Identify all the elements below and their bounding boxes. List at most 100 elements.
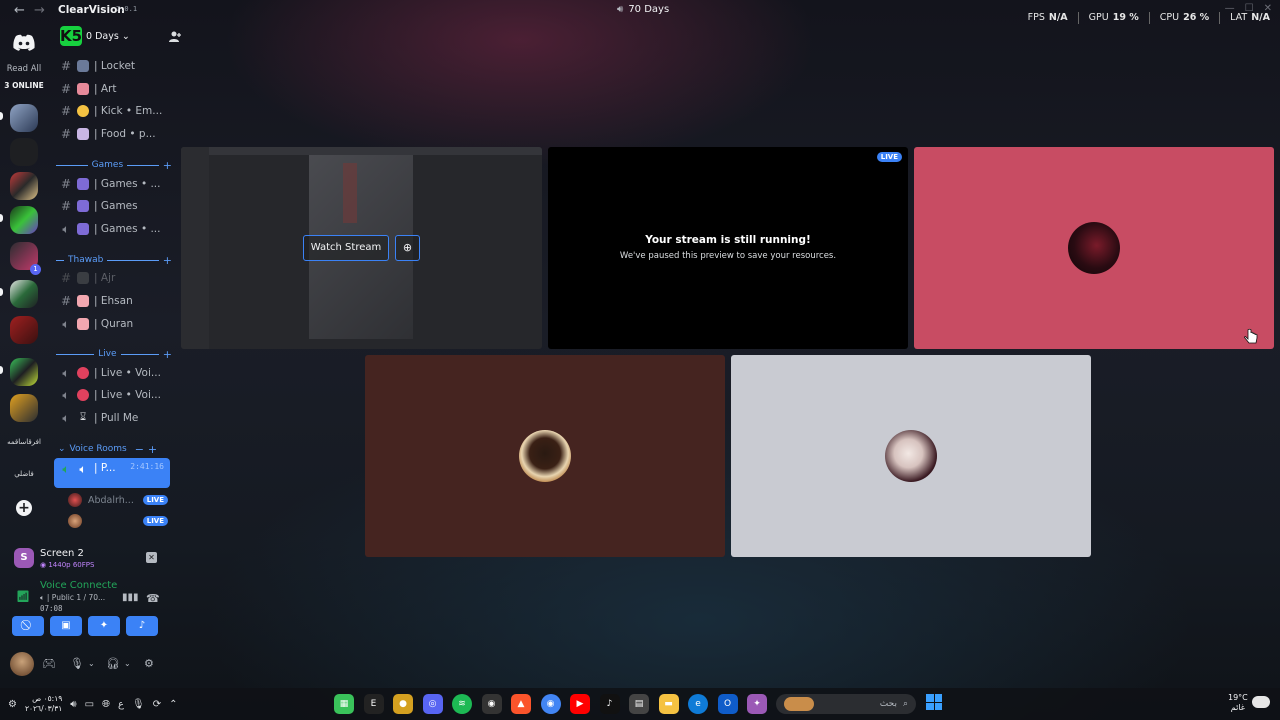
channel-locket[interactable]: # | Locket [54, 56, 170, 76]
disconnect-icon[interactable]: ☎︎ [146, 592, 160, 605]
participant-tile[interactable] [365, 355, 725, 557]
cloud-icon [1252, 696, 1270, 708]
read-all-button[interactable]: Read All [0, 64, 48, 74]
channel-games-1[interactable]: # | Games • ... [54, 174, 170, 194]
add-channel-icon[interactable]: + [163, 348, 172, 361]
channel-live-voice-1[interactable]: 🔈︎ | Live • Voi... [54, 363, 170, 383]
clock[interactable]: ٠٥:١٩ ص ٢٠٢٦/٠٣/٣١ [25, 694, 62, 714]
channel-games-voice[interactable]: 🔈︎ | Games • ... [54, 219, 170, 239]
spotify-icon[interactable]: ≋ [452, 694, 472, 714]
discord-home-icon[interactable] [12, 34, 36, 52]
text-channel-icon: # [60, 104, 72, 118]
server-folder[interactable] [10, 358, 38, 386]
watch-stream-button[interactable]: Watch Stream [303, 235, 389, 261]
add-server-button[interactable]: + [16, 500, 32, 516]
server-folder[interactable] [10, 206, 38, 234]
participant-tile[interactable] [731, 355, 1091, 557]
language-indicator[interactable]: ع [118, 699, 124, 710]
network-icon[interactable]: 🌐︎ [102, 699, 110, 710]
chevron-down-icon[interactable]: ⌄ [88, 659, 95, 668]
channel-art[interactable]: # | Art [54, 79, 170, 99]
category-games[interactable]: Games + [56, 158, 172, 172]
discord-icon[interactable]: ◎ [422, 694, 443, 714]
server-text-icon[interactable]: فاضلي [4, 470, 44, 478]
server-folder[interactable] [10, 316, 38, 344]
server-icon[interactable] [10, 104, 38, 132]
gear-icon[interactable]: ⚙︎ [144, 657, 154, 670]
add-channel-icon[interactable]: + [163, 254, 172, 267]
channel-games-2[interactable]: # | Games [54, 196, 170, 216]
edge-icon[interactable]: e [688, 694, 708, 714]
search-box[interactable]: بحث ⌕ [776, 694, 916, 714]
activities-button[interactable]: ✦ [88, 616, 120, 636]
voice-user[interactable]: Abdalrh... LIVE [68, 491, 168, 509]
category-live[interactable]: Live + [56, 347, 172, 361]
sync-icon[interactable]: ⟳ [153, 699, 161, 710]
screen-share-button[interactable]: ▣ [50, 616, 82, 636]
text-channel-icon: # [60, 82, 72, 96]
battery-icon[interactable]: ▭ [85, 699, 94, 710]
steam-icon[interactable]: ◉ [481, 694, 502, 714]
start-button[interactable] [926, 694, 942, 710]
voice-channel-path[interactable]: 🔈︎ | Public 1 / 70... [40, 593, 105, 603]
server-folder[interactable] [10, 172, 38, 200]
server-indicator [0, 214, 3, 222]
avatar[interactable] [10, 652, 34, 676]
store-icon[interactable]: ▤ [629, 694, 649, 714]
copilot-icon[interactable]: ✦ [747, 694, 767, 714]
channel-emoji-icon [77, 105, 89, 117]
epic-games-icon[interactable]: E [363, 694, 384, 714]
category-voice-rooms[interactable]: ⌄ Voice Rooms − + [56, 442, 172, 456]
back-arrow-icon[interactable]: ← [14, 3, 25, 18]
weather[interactable]: 19°C غائم [1228, 693, 1248, 713]
chevron-down-icon[interactable]: ⌄ [124, 659, 131, 668]
tiktok-icon[interactable]: ♪ [599, 694, 620, 714]
channel-kick[interactable]: # | Kick • Em... [54, 101, 170, 121]
channel-ajr[interactable]: # | Ajr [54, 268, 170, 288]
chrome-icon[interactable]: ◉ [540, 694, 561, 714]
channel-public-active[interactable]: 🔈︎ 🔈︎ | P... 2:41:16 [54, 458, 170, 488]
stop-stream-icon[interactable]: ✕ [146, 552, 157, 563]
file-explorer-icon[interactable]: ▬ [658, 694, 679, 714]
server-text-icon[interactable]: افرقاساقمه [4, 438, 44, 446]
server-icon[interactable] [10, 138, 38, 166]
headphones-icon[interactable]: 🎧︎ [106, 657, 120, 670]
stream-panel: S Screen 2 ◉ 1440p 60FPS ✕ 📶︎ Voice Conn… [0, 544, 176, 644]
widgets-app-icon[interactable]: ▦ [334, 694, 354, 714]
voice-connected-status[interactable]: Voice Connecte [40, 580, 117, 591]
noise-suppression-icon[interactable]: ▮▮▮ [122, 592, 139, 603]
channel-quran[interactable]: 🔈︎ | Quran [54, 314, 170, 334]
add-channel-icon[interactable]: + [163, 159, 172, 172]
invite-people-icon[interactable] [168, 30, 182, 44]
channel-emoji-icon [77, 128, 89, 140]
zoom-in-icon[interactable]: ⊕ [395, 235, 420, 261]
participant-tile[interactable] [914, 147, 1274, 349]
youtube-icon[interactable]: ▶ [570, 694, 590, 714]
forward-arrow-icon[interactable]: → [34, 3, 45, 18]
microphone-icon[interactable]: 🎙︎ [132, 699, 145, 710]
gamepad-icon[interactable]: 🎮︎ [42, 657, 56, 670]
server-folder[interactable] [10, 394, 38, 422]
server-header[interactable]: K5 0 Days ⌄ [58, 26, 181, 48]
chevron-up-icon[interactable]: ⌃ [169, 699, 177, 710]
soundboard-button[interactable]: ♪ [126, 616, 158, 636]
stream-tile-paused[interactable]: LIVE Your stream is still running! We've… [548, 147, 908, 349]
add-channel-icon[interactable]: + [148, 443, 157, 456]
collapse-icon[interactable]: − [135, 443, 144, 456]
channel-food[interactable]: # | Food • p... [54, 124, 170, 144]
channel-pull-me[interactable]: 🔈︎ ⌛︎ | Pull Me [54, 408, 170, 428]
avatar [885, 430, 937, 482]
volume-icon[interactable]: 🔊︎ [70, 699, 76, 710]
category-thawab[interactable]: Thawab + [56, 253, 172, 267]
settings-icon[interactable]: ⚙︎ [8, 699, 17, 710]
stream-tile-preview[interactable]: Watch Stream ⊕ [181, 147, 542, 349]
outlook-icon[interactable]: O [717, 694, 738, 714]
voice-user[interactable]: LIVE [68, 512, 168, 530]
brave-icon[interactable]: ▲ [511, 694, 531, 714]
channel-live-voice-2[interactable]: 🔈︎ | Live • Voi... [54, 385, 170, 405]
server-folder[interactable] [10, 280, 38, 308]
channel-ehsan[interactable]: # | Ehsan [54, 291, 170, 311]
microphone-icon[interactable]: 🎙︎ [70, 657, 84, 670]
app-icon[interactable]: ● [393, 694, 413, 714]
camera-off-button[interactable]: ⃠ [12, 616, 44, 636]
